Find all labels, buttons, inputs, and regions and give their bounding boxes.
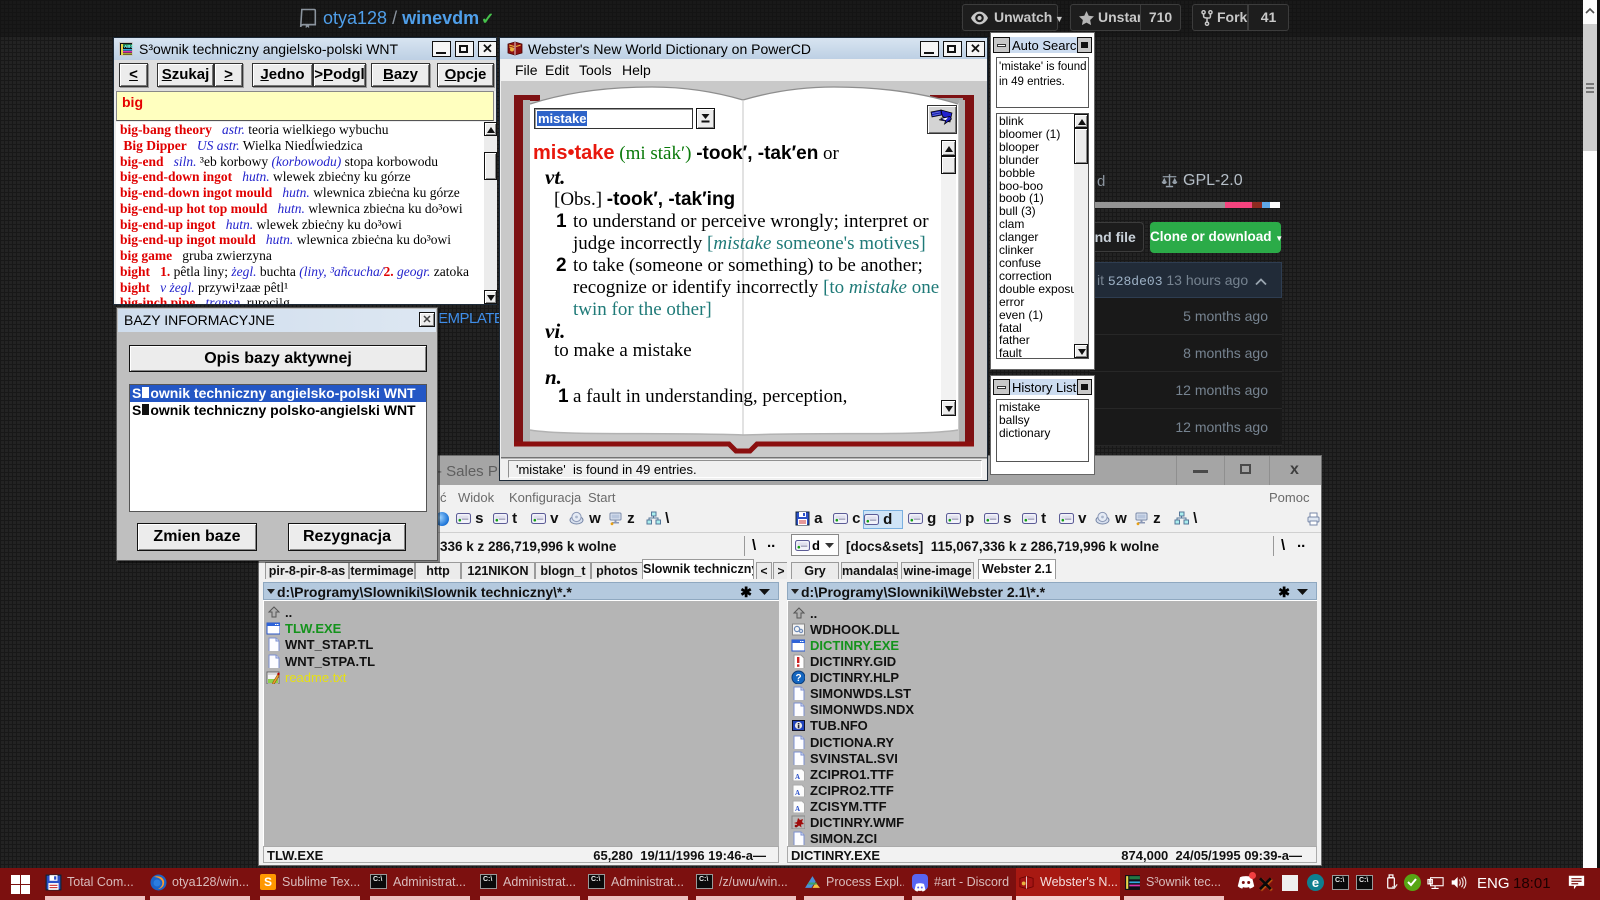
svg-text:ABC: ABC — [124, 44, 134, 49]
